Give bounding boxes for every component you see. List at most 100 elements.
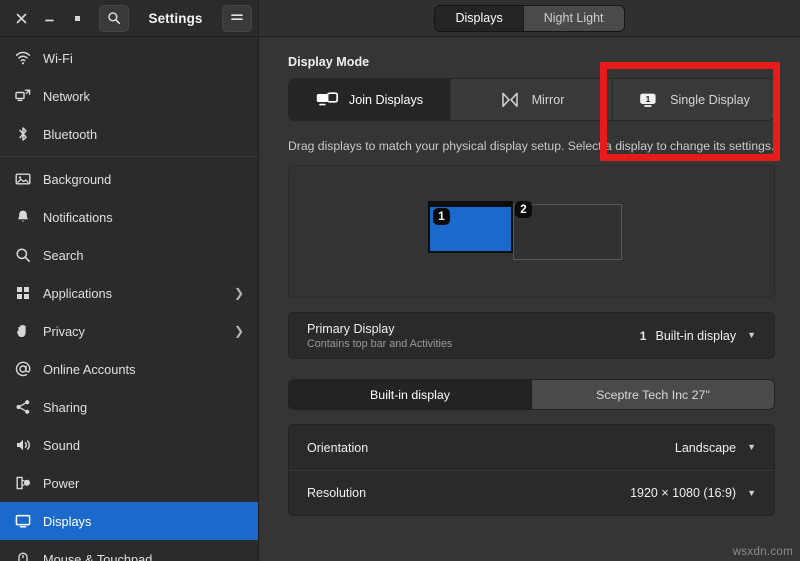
header-left-section: Settings <box>0 0 259 36</box>
power-plug-icon <box>14 475 31 492</box>
bluetooth-icon <box>14 126 31 143</box>
sidebar-item-label: Sharing <box>43 400 244 415</box>
mode-single-display-button[interactable]: 1 Single Display <box>612 79 774 120</box>
sidebar-separator <box>0 156 258 157</box>
chevron-right-icon: ❯ <box>234 287 244 299</box>
primary-display-value[interactable]: 1 Built-in display ▼ <box>640 329 756 343</box>
minimize-window-button[interactable] <box>36 5 62 31</box>
sidebar-item-sound[interactable]: Sound <box>0 426 258 464</box>
sidebar: Wi-Fi Network Bluetooth Background <box>0 37 259 561</box>
resolution-value[interactable]: 1920 × 1080 (16:9) ▼ <box>630 486 756 500</box>
share-icon <box>14 399 31 416</box>
display-mode-group: Join Displays Mirror 1 Single Display <box>288 78 775 121</box>
network-icon <box>14 88 31 105</box>
sidebar-item-displays[interactable]: Displays <box>0 502 258 540</box>
chevron-right-icon: ❯ <box>234 325 244 337</box>
apps-grid-icon <box>14 285 31 302</box>
sidebar-item-wifi[interactable]: Wi-Fi <box>0 39 258 77</box>
mirror-icon <box>499 91 521 109</box>
resolution-selected-option: 1920 × 1080 (16:9) <box>630 486 736 500</box>
join-displays-icon <box>316 91 338 109</box>
sidebar-item-applications[interactable]: Applications ❯ <box>0 274 258 312</box>
display-number-badge: 2 <box>515 201 532 218</box>
sidebar-item-online-accounts[interactable]: Online Accounts <box>0 350 258 388</box>
monitor-icon <box>14 513 31 530</box>
mouse-icon <box>14 551 31 561</box>
display-arrangement-area[interactable]: 1 2 <box>288 165 775 298</box>
sidebar-item-label: Background <box>43 172 244 187</box>
display-settings-card: Orientation Landscape ▼ Resolution 1920 … <box>288 424 775 516</box>
orientation-row[interactable]: Orientation Landscape ▼ <box>289 425 774 470</box>
orientation-value[interactable]: Landscape ▼ <box>675 441 756 455</box>
chevron-down-icon: ▼ <box>747 489 756 498</box>
window-title: Settings <box>131 11 220 26</box>
settings-window: Settings Displays Night Light Wi-Fi <box>0 0 800 561</box>
orientation-selected-option: Landscape <box>675 441 736 455</box>
sidebar-item-label: Sound <box>43 438 244 453</box>
resolution-texts: Resolution <box>307 486 630 500</box>
sidebar-item-label: Wi-Fi <box>43 51 244 66</box>
mode-mirror-button[interactable]: Mirror <box>450 79 612 120</box>
view-tabs: Displays Night Light <box>434 5 624 32</box>
close-window-button[interactable] <box>8 5 34 31</box>
display-selector-tabs: Built-in display Sceptre Tech Inc 27" <box>288 379 775 410</box>
bell-icon <box>14 209 31 226</box>
window-body: Wi-Fi Network Bluetooth Background <box>0 37 800 561</box>
display-tab-built-in[interactable]: Built-in display <box>289 380 531 409</box>
single-display-icon: 1 <box>637 91 659 109</box>
sidebar-item-label: Network <box>43 89 244 104</box>
search-icon <box>14 247 31 264</box>
sidebar-item-power[interactable]: Power <box>0 464 258 502</box>
at-sign-icon <box>14 361 31 378</box>
sidebar-item-search[interactable]: Search <box>0 236 258 274</box>
tab-displays[interactable]: Displays <box>435 6 522 31</box>
arrangement-hint: Drag displays to match your physical dis… <box>288 139 775 153</box>
wifi-icon <box>14 50 31 67</box>
header-bar: Settings Displays Night Light <box>0 0 800 37</box>
main-content: Display Mode Join Displays Mirror <box>259 37 800 561</box>
sidebar-item-mouse-touchpad[interactable]: Mouse & Touchpad <box>0 540 258 561</box>
sidebar-item-label: Applications <box>43 286 222 301</box>
sidebar-item-sharing[interactable]: Sharing <box>0 388 258 426</box>
sidebar-item-label: Search <box>43 248 244 263</box>
hand-icon <box>14 323 31 340</box>
sidebar-item-label: Notifications <box>43 210 244 225</box>
display-thumbnail-2[interactable]: 2 <box>513 204 622 260</box>
sidebar-item-background[interactable]: Background <box>0 160 258 198</box>
mode-button-label: Single Display <box>670 93 750 107</box>
display-thumbnail-1[interactable]: 1 <box>428 201 513 253</box>
resolution-label: Resolution <box>307 486 630 500</box>
tab-night-light[interactable]: Night Light <box>523 6 624 31</box>
sidebar-item-label: Privacy <box>43 324 222 339</box>
header-right-section: Displays Night Light <box>259 0 800 36</box>
sidebar-item-label: Displays <box>43 514 244 529</box>
orientation-label: Orientation <box>307 441 675 455</box>
primary-display-selected-option: Built-in display <box>655 329 736 343</box>
sidebar-item-label: Mouse & Touchpad <box>43 552 244 561</box>
speaker-icon <box>14 437 31 454</box>
chevron-down-icon: ▼ <box>747 443 756 452</box>
mode-button-label: Mirror <box>532 93 565 107</box>
primary-display-index: 1 <box>640 329 647 343</box>
main-menu-button[interactable] <box>222 5 252 32</box>
sidebar-item-label: Online Accounts <box>43 362 244 377</box>
primary-display-row[interactable]: Primary Display Contains top bar and Act… <box>289 313 774 358</box>
display-tab-external[interactable]: Sceptre Tech Inc 27" <box>531 380 774 409</box>
primary-display-subtitle: Contains top bar and Activities <box>307 338 640 350</box>
chevron-down-icon: ▼ <box>747 331 756 340</box>
sidebar-item-bluetooth[interactable]: Bluetooth <box>0 115 258 153</box>
sidebar-item-notifications[interactable]: Notifications <box>0 198 258 236</box>
maximize-window-button[interactable] <box>64 5 90 31</box>
resolution-row[interactable]: Resolution 1920 × 1080 (16:9) ▼ <box>289 470 774 515</box>
svg-text:1: 1 <box>646 94 651 104</box>
display-mode-title: Display Mode <box>288 55 775 69</box>
sidebar-item-privacy[interactable]: Privacy ❯ <box>0 312 258 350</box>
search-button[interactable] <box>99 5 129 32</box>
primary-display-title: Primary Display <box>307 322 640 336</box>
background-image-icon <box>14 171 31 188</box>
sidebar-item-network[interactable]: Network <box>0 77 258 115</box>
sidebar-item-label: Power <box>43 476 244 491</box>
mode-join-displays-button[interactable]: Join Displays <box>289 79 450 120</box>
sidebar-item-label: Bluetooth <box>43 127 244 142</box>
mode-button-label: Join Displays <box>349 93 423 107</box>
